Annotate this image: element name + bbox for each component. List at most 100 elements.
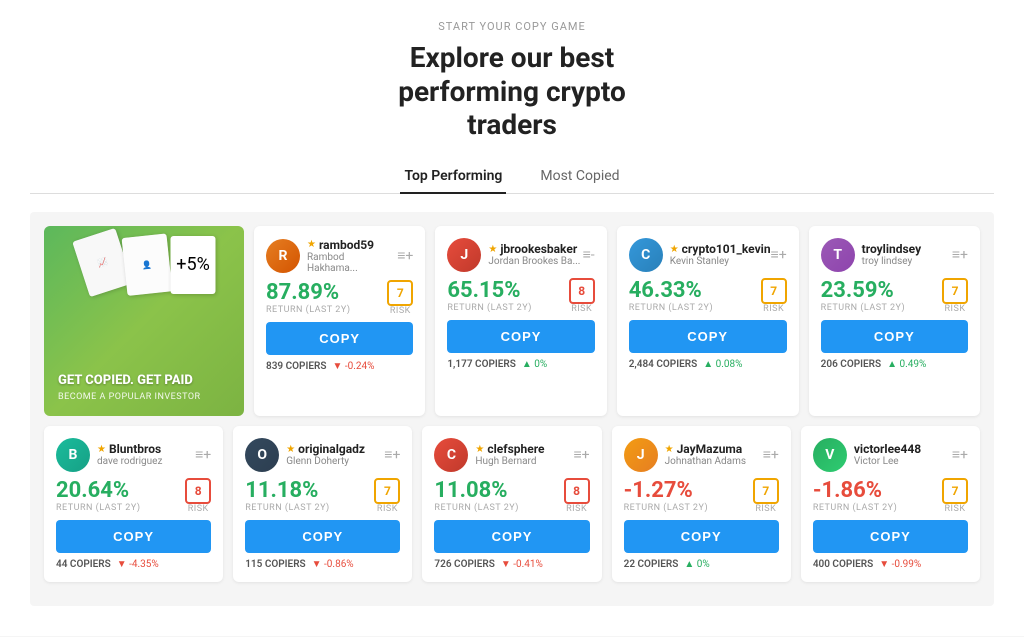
return-label: RETURN (LAST 2Y)	[629, 303, 714, 313]
user-info: troylindsey troy lindsey	[862, 242, 921, 267]
risk-badge: 7	[374, 478, 400, 504]
risk-label: RISK	[569, 304, 595, 314]
card-user: J ★ jbrookesbaker Jordan Brookes Ba...	[447, 238, 580, 272]
fullname: Victor Lee	[854, 456, 921, 467]
trader-card-victorlee448: V victorlee448 Victor Lee ≡+ -1.86% RETU	[801, 426, 980, 582]
risk-label: RISK	[374, 504, 400, 514]
copy-button[interactable]: COPY	[434, 520, 589, 553]
copiers-row: 839 COPIERS ▼ -0.24%	[266, 361, 413, 372]
card-user: V victorlee448 Victor Lee	[813, 438, 921, 472]
hero-text-bottom: GET COPIED. GET PAID BECOME A POPULAR IN…	[58, 373, 230, 402]
avatar: T	[821, 238, 855, 272]
return-row: 87.89% RETURN (LAST 2Y) 7 RISK	[266, 280, 413, 316]
avatar: O	[245, 438, 279, 472]
cards-row-1: 📈 👤 +5% GET COPIED. GET PAID BECOME A PO…	[44, 226, 980, 416]
username: rambod59	[319, 238, 374, 252]
avatar: C	[434, 438, 468, 472]
return-label: RETURN (LAST 2Y)	[266, 305, 351, 315]
copiers-row: 22 COPIERS ▲ 0%	[624, 559, 779, 570]
page-container: START YOUR COPY GAME Explore our best pe…	[0, 0, 1024, 636]
card-user: R ★ rambod59 Rambod Hakhama...	[266, 238, 397, 274]
fullname: Johnathan Adams	[665, 456, 746, 467]
star-badge: ★	[475, 444, 484, 455]
return-label: RETURN (LAST 2Y)	[245, 503, 330, 513]
return-label: RETURN (LAST 2Y)	[813, 503, 898, 513]
copy-button[interactable]: COPY	[447, 320, 594, 353]
menu-icon[interactable]: ≡+	[384, 446, 400, 463]
copy-button[interactable]: COPY	[821, 320, 968, 353]
copy-button[interactable]: COPY	[266, 322, 413, 355]
card-user: C ★ clefsphere Hugh Bernard	[434, 438, 544, 472]
return-value: 46.33%	[629, 278, 714, 303]
return-value: 87.89%	[266, 280, 351, 305]
tabs-row: Top Performing Most Copied	[30, 160, 994, 194]
menu-icon[interactable]: ≡+	[573, 446, 589, 463]
copiers-count: 1,177 COPIERS	[447, 359, 516, 370]
trader-card-crypto101: C ★ crypto101_kevin Kevin Stanley ≡+	[617, 226, 799, 416]
trader-card-rambod59: R ★ rambod59 Rambod Hakhama... ≡+ 87	[254, 226, 425, 416]
change-value: ▼ -4.35%	[117, 559, 159, 570]
user-info: ★ JayMazuma Johnathan Adams	[665, 442, 746, 467]
copiers-row: 206 COPIERS ▲ 0.49%	[821, 359, 968, 370]
card-header: O ★ originalgadz Glenn Doherty ≡+	[245, 438, 400, 472]
risk-badge: 7	[761, 278, 787, 304]
menu-icon[interactable]: ≡+	[195, 446, 211, 463]
user-info: ★ originalgadz Glenn Doherty	[286, 442, 365, 467]
risk-label: RISK	[761, 304, 787, 314]
risk-badge: 8	[185, 478, 211, 504]
menu-icon[interactable]: ≡+	[771, 246, 787, 263]
change-value: ▼ -0.41%	[501, 559, 543, 570]
tab-top-performing[interactable]: Top Performing	[400, 160, 506, 194]
trader-card-troylindsey: T troylindsey troy lindsey ≡+ 23.59% RET	[809, 226, 980, 416]
trader-card-bluntbros: B ★ Bluntbros dave rodriguez ≡+ 20.6	[44, 426, 223, 582]
return-row: 11.08% RETURN (LAST 2Y) 8 RISK	[434, 478, 589, 514]
risk-badge: 8	[564, 478, 590, 504]
menu-icon[interactable]: ≡+	[397, 247, 413, 264]
risk-badge: 7	[387, 280, 413, 306]
copy-button[interactable]: COPY	[245, 520, 400, 553]
return-value: 20.64%	[56, 478, 141, 503]
fullname: Hugh Bernard	[475, 456, 544, 467]
copiers-count: 44 COPIERS	[56, 559, 111, 570]
return-row: 20.64% RETURN (LAST 2Y) 8 RISK	[56, 478, 211, 514]
header-section: START YOUR COPY GAME Explore our best pe…	[30, 20, 994, 142]
menu-icon[interactable]: ≡+	[763, 446, 779, 463]
risk-badge: 7	[942, 478, 968, 504]
user-info: ★ crypto101_kevin Kevin Stanley	[670, 242, 771, 267]
copy-button[interactable]: COPY	[56, 520, 211, 553]
cards-section: 📈 👤 +5% GET COPIED. GET PAID BECOME A PO…	[30, 212, 994, 606]
fullname: troy lindsey	[862, 256, 921, 267]
copiers-row: 115 COPIERS ▼ -0.86%	[245, 559, 400, 570]
copy-button[interactable]: COPY	[624, 520, 779, 553]
card-header: T troylindsey troy lindsey ≡+	[821, 238, 968, 272]
avatar: B	[56, 438, 90, 472]
copy-button[interactable]: COPY	[629, 320, 787, 353]
card-user: C ★ crypto101_kevin Kevin Stanley	[629, 238, 771, 272]
risk-badge: 8	[569, 278, 595, 304]
start-label: START YOUR COPY GAME	[30, 20, 994, 33]
main-title: Explore our best performing crypto trade…	[30, 41, 994, 142]
menu-icon[interactable]: ≡+	[952, 246, 968, 263]
return-value: 11.08%	[434, 478, 519, 503]
tab-most-copied[interactable]: Most Copied	[536, 160, 623, 194]
avatar: C	[629, 238, 663, 272]
change-value: ▼ -0.99%	[879, 559, 921, 570]
return-row: 23.59% RETURN (LAST 2Y) 7 RISK	[821, 278, 968, 314]
return-row: 46.33% RETURN (LAST 2Y) 7 RISK	[629, 278, 787, 314]
change-value: ▲ 0%	[684, 559, 709, 570]
change-value: ▼ -0.24%	[332, 361, 374, 372]
menu-icon[interactable]: ≡-	[583, 246, 595, 263]
copiers-count: 206 COPIERS	[821, 359, 881, 370]
risk-badge: 7	[753, 478, 779, 504]
user-info: victorlee448 Victor Lee	[854, 442, 921, 467]
username: Bluntbros	[109, 442, 161, 456]
return-label: RETURN (LAST 2Y)	[56, 503, 141, 513]
menu-icon[interactable]: ≡+	[952, 446, 968, 463]
return-label: RETURN (LAST 2Y)	[624, 503, 709, 513]
star-badge: ★	[670, 244, 679, 255]
copy-button[interactable]: COPY	[813, 520, 968, 553]
fullname: dave rodriguez	[97, 456, 162, 467]
card-header: J ★ jbrookesbaker Jordan Brookes Ba... ≡…	[447, 238, 594, 272]
return-row: -1.27% RETURN (LAST 2Y) 7 RISK	[624, 478, 779, 514]
star-badge: ★	[488, 244, 497, 255]
